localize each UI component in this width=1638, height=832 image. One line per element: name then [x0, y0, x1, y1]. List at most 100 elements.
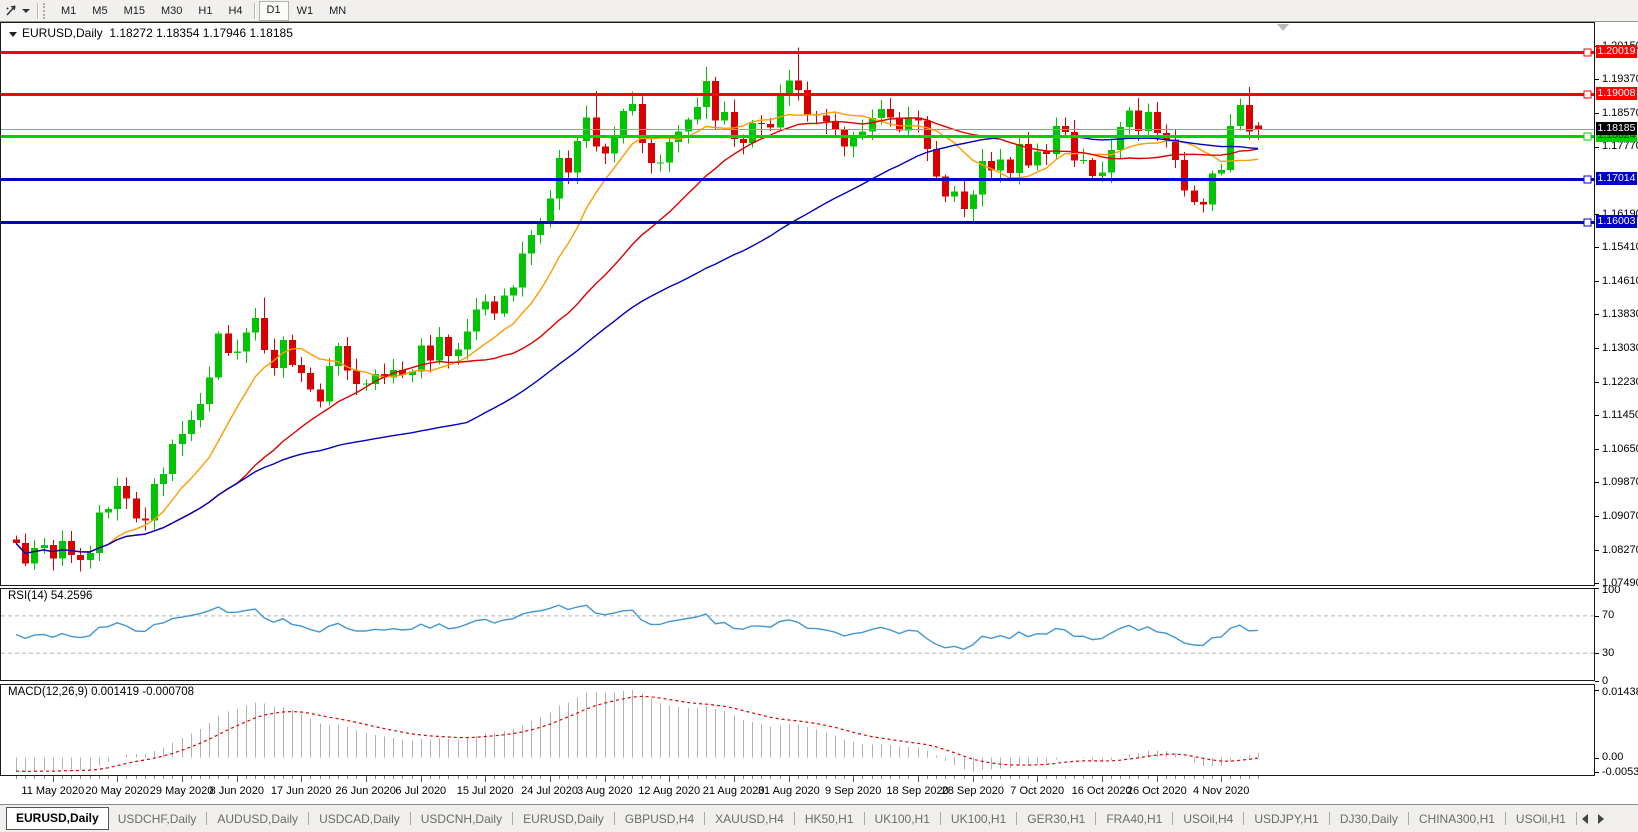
timeframe-button-d1[interactable]: D1 — [259, 1, 289, 21]
chart-ohlc: 1.18272 1.18354 1.17946 1.18185 — [109, 26, 293, 40]
tab-scroll-left-icon[interactable] — [1582, 814, 1588, 824]
tab-usdjpy-h1[interactable]: USDJPY,H1 — [1245, 809, 1327, 829]
tab-separator — [794, 812, 795, 825]
tab-separator — [1016, 812, 1017, 825]
rsi-label: RSI(14) 54.2596 — [8, 590, 92, 602]
date-label: 26 Jun 2020 — [335, 785, 396, 797]
mt4-window: M1M5M15M30H1H4D1W1MN 1.200191.190081.180… — [0, 0, 1638, 832]
chart-shift-marker-icon[interactable] — [1277, 24, 1289, 31]
date-label: 4 Nov 2020 — [1193, 785, 1249, 797]
timeframe-toolbar: M1M5M15M30H1H4 D1W1MN — [0, 0, 1638, 22]
timeframe-buttons: M1M5M15M30H1H4 D1W1MN — [53, 1, 354, 21]
current-price-tag: 1.18185 — [1596, 122, 1637, 135]
tab-uk100-h1[interactable]: UK100,H1 — [942, 809, 1015, 829]
toolbar-separator — [254, 3, 256, 19]
rsi-tick-label: 0 — [1602, 675, 1608, 687]
tab-separator — [940, 812, 941, 825]
tab-usoil-h1[interactable]: USOil,H1 — [1507, 809, 1575, 829]
date-label: 8 Jun 2020 — [210, 785, 264, 797]
price-tick-label: 1.18570 — [1602, 107, 1638, 119]
chart-tab-bar: EURUSD,DailyUSDCHF,DailyAUDUSD,DailyUSDC… — [0, 804, 1638, 832]
price-tick-label: 1.16190 — [1602, 208, 1638, 220]
tab-separator — [410, 812, 411, 825]
tab-eurusd-daily[interactable]: EURUSD,Daily — [514, 809, 613, 829]
tab-scroll-right-icon[interactable] — [1598, 814, 1604, 824]
date-label: 26 Oct 2020 — [1127, 785, 1187, 797]
tab-usoil-h4[interactable]: USOil,H4 — [1174, 809, 1242, 829]
price-tick-label: 1.15410 — [1602, 241, 1638, 253]
tab-separator — [1408, 812, 1409, 825]
rsi-panel[interactable] — [0, 588, 1595, 681]
chart-symbol: EURUSD,Daily — [22, 26, 103, 40]
tab-separator — [206, 812, 207, 825]
price-tick-label: 1.12230 — [1602, 376, 1638, 388]
timeframe-button-m30[interactable]: M30 — [153, 2, 190, 20]
timeframe-button-h4[interactable]: H4 — [220, 2, 250, 20]
cursor-tool-glyph — [4, 3, 19, 18]
tab-xauusd-h4[interactable]: XAUUSD,H4 — [706, 809, 793, 829]
price-tick-label: 1.14610 — [1602, 275, 1638, 287]
date-label: 15 Jul 2020 — [457, 785, 514, 797]
price-tick-label: 1.20150 — [1602, 40, 1638, 52]
rsi-name: RSI(14) — [8, 590, 48, 602]
date-label: 29 May 2020 — [150, 785, 214, 797]
price-tick-label: 1.07490 — [1602, 577, 1638, 589]
rsi-tick-label: 70 — [1602, 609, 1614, 621]
tab-separator — [614, 812, 615, 825]
tab-usdcnh-daily[interactable]: USDCNH,Daily — [412, 809, 511, 829]
cursor-tool-icon[interactable] — [0, 2, 22, 20]
date-label: 9 Sep 2020 — [825, 785, 881, 797]
timeframe-button-h1[interactable]: H1 — [190, 2, 220, 20]
date-label: 17 Jun 2020 — [271, 785, 332, 797]
price-tick-label: 1.09070 — [1602, 510, 1638, 522]
level-tag-1.16003: 1.16003 — [1596, 215, 1637, 228]
macd-panel[interactable] — [0, 684, 1595, 776]
tab-separator — [1329, 812, 1330, 825]
macd-label: MACD(12,26,9) 0.001419 -0.000708 — [8, 686, 194, 698]
timeframe-button-m5[interactable]: M5 — [84, 2, 115, 20]
tab-uk100-h1[interactable]: UK100,H1 — [866, 809, 939, 829]
title-caret-icon[interactable] — [9, 32, 17, 37]
toolbar-grip[interactable] — [43, 3, 49, 19]
timeframe-button-mn[interactable]: MN — [321, 2, 354, 20]
timeframe-button-m15[interactable]: M15 — [116, 2, 153, 20]
tab-scroll-controls — [1582, 814, 1604, 824]
price-tick-label: 1.13830 — [1602, 308, 1638, 320]
date-label: 3 Aug 2020 — [577, 785, 633, 797]
date-label: 16 Oct 2020 — [1072, 785, 1132, 797]
date-label: 28 Sep 2020 — [942, 785, 1004, 797]
date-label: 24 Jul 2020 — [521, 785, 578, 797]
date-label: 31 Aug 2020 — [758, 785, 820, 797]
tab-china300-h1[interactable]: CHINA300,H1 — [1410, 809, 1504, 829]
timeframe-button-m1[interactable]: M1 — [53, 2, 84, 20]
macd-min-label: -0.005396 — [1602, 766, 1638, 778]
tab-separator — [1243, 812, 1244, 825]
timeframe-button-w1[interactable]: W1 — [289, 2, 322, 20]
tab-usdcad-daily[interactable]: USDCAD,Daily — [310, 809, 409, 829]
tab-separator — [864, 812, 865, 825]
tab-gbpusd-h4[interactable]: GBPUSD,H4 — [616, 809, 703, 829]
tab-separator — [1172, 812, 1173, 825]
price-tick-label: 1.09870 — [1602, 476, 1638, 488]
chart-title: EURUSD,Daily 1.18272 1.18354 1.17946 1.1… — [9, 26, 293, 40]
price-tick-label: 1.17770 — [1602, 140, 1638, 152]
toolbar-separator — [37, 3, 39, 19]
tab-separator — [308, 812, 309, 825]
date-label: 7 Oct 2020 — [1010, 785, 1064, 797]
date-label: 18 Sep 2020 — [886, 785, 948, 797]
chart-tabs: EURUSD,DailyUSDCHF,DailyAUDUSD,DailyUSDC… — [6, 807, 1578, 830]
tab-dj30-daily[interactable]: DJ30,Daily — [1331, 809, 1407, 829]
tab-ger30-h1[interactable]: GER30,H1 — [1018, 809, 1094, 829]
tool-dropdown-icon[interactable] — [22, 9, 30, 13]
price-chart-panel[interactable] — [0, 22, 1595, 586]
tab-hk50-h1[interactable]: HK50,H1 — [796, 809, 863, 829]
tab-usdchf-daily[interactable]: USDCHF,Daily — [109, 809, 206, 829]
tab-eurusd-daily[interactable]: EURUSD,Daily — [6, 807, 109, 830]
tab-separator — [1095, 812, 1096, 825]
date-label: 6 Jul 2020 — [395, 785, 446, 797]
tab-fra40-h1[interactable]: FRA40,H1 — [1097, 809, 1171, 829]
tab-separator — [704, 812, 705, 825]
macd-values: 0.001419 -0.000708 — [91, 686, 194, 698]
tab-audusd-daily[interactable]: AUDUSD,Daily — [208, 809, 307, 829]
price-tick-label: 1.19370 — [1602, 73, 1638, 85]
